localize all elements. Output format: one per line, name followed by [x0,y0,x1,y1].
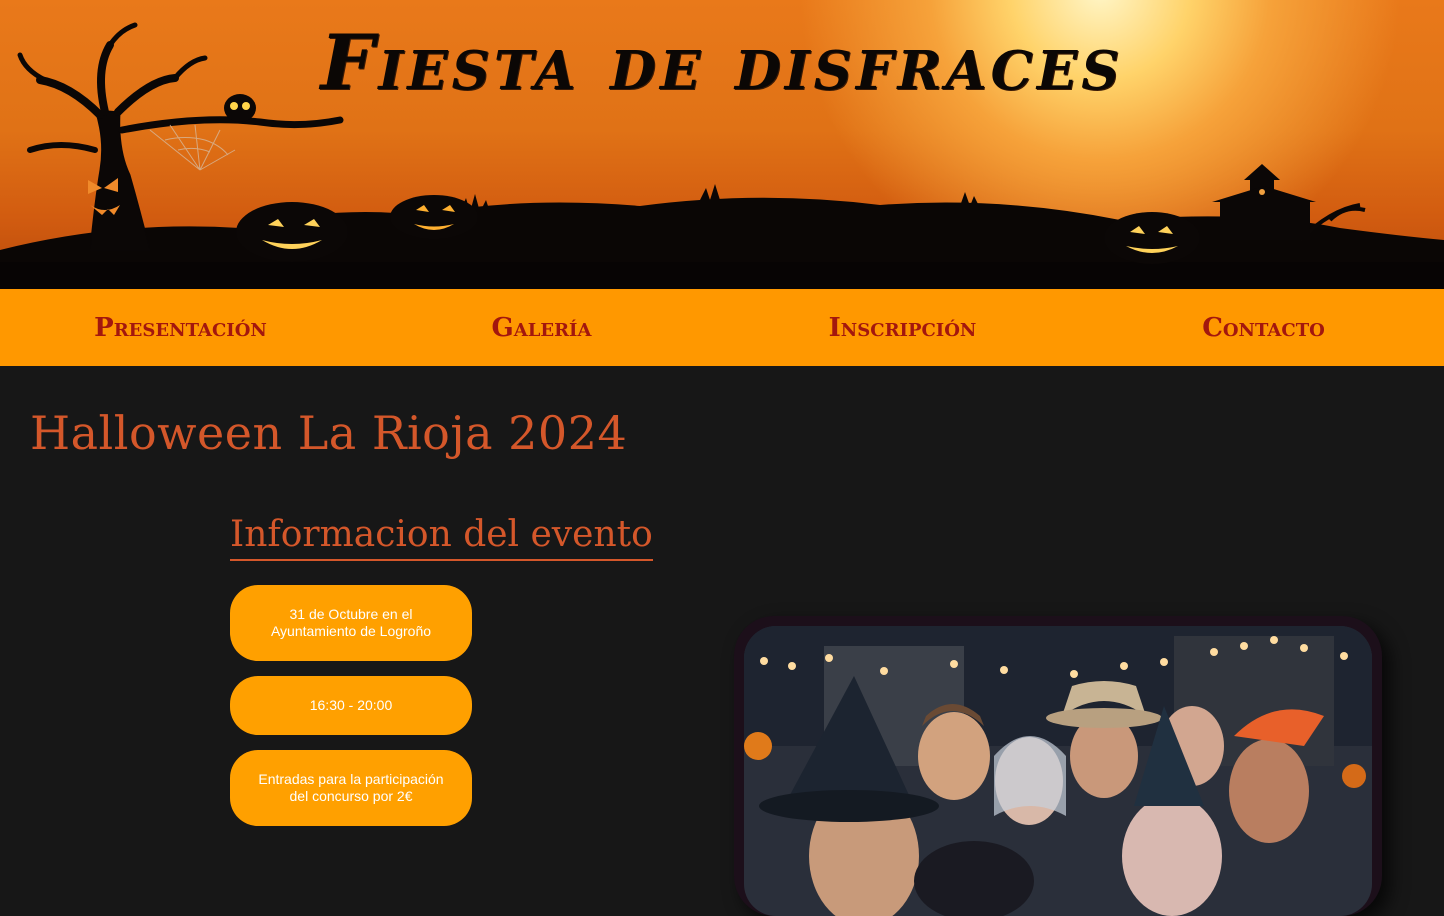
event-date-location-box: 31 de Octubre en el Ayuntamiento de Logr… [230,585,472,661]
nav-item-galeria[interactable]: Galería [361,289,722,366]
nav-item-presentacion[interactable]: Presentación [0,289,361,366]
event-time-box: 16:30 - 20:00 [230,676,472,735]
header-banner: Fiesta de disfraces [0,0,1444,289]
page-title: Halloween La Rioja 2024 [30,406,628,460]
banner-title: Fiesta de disfraces [320,18,1124,107]
main-navigation: Presentación Galería Inscripción Contact… [0,289,1444,366]
event-ticket-box: Entradas para la participación del concu… [230,750,472,826]
costume-party-photo-illustration [744,626,1372,916]
nav-item-inscripcion[interactable]: Inscripción [722,289,1083,366]
section-title: Informacion del evento [230,514,653,561]
nav-item-contacto[interactable]: Contacto [1083,289,1444,366]
party-photo [734,616,1382,916]
